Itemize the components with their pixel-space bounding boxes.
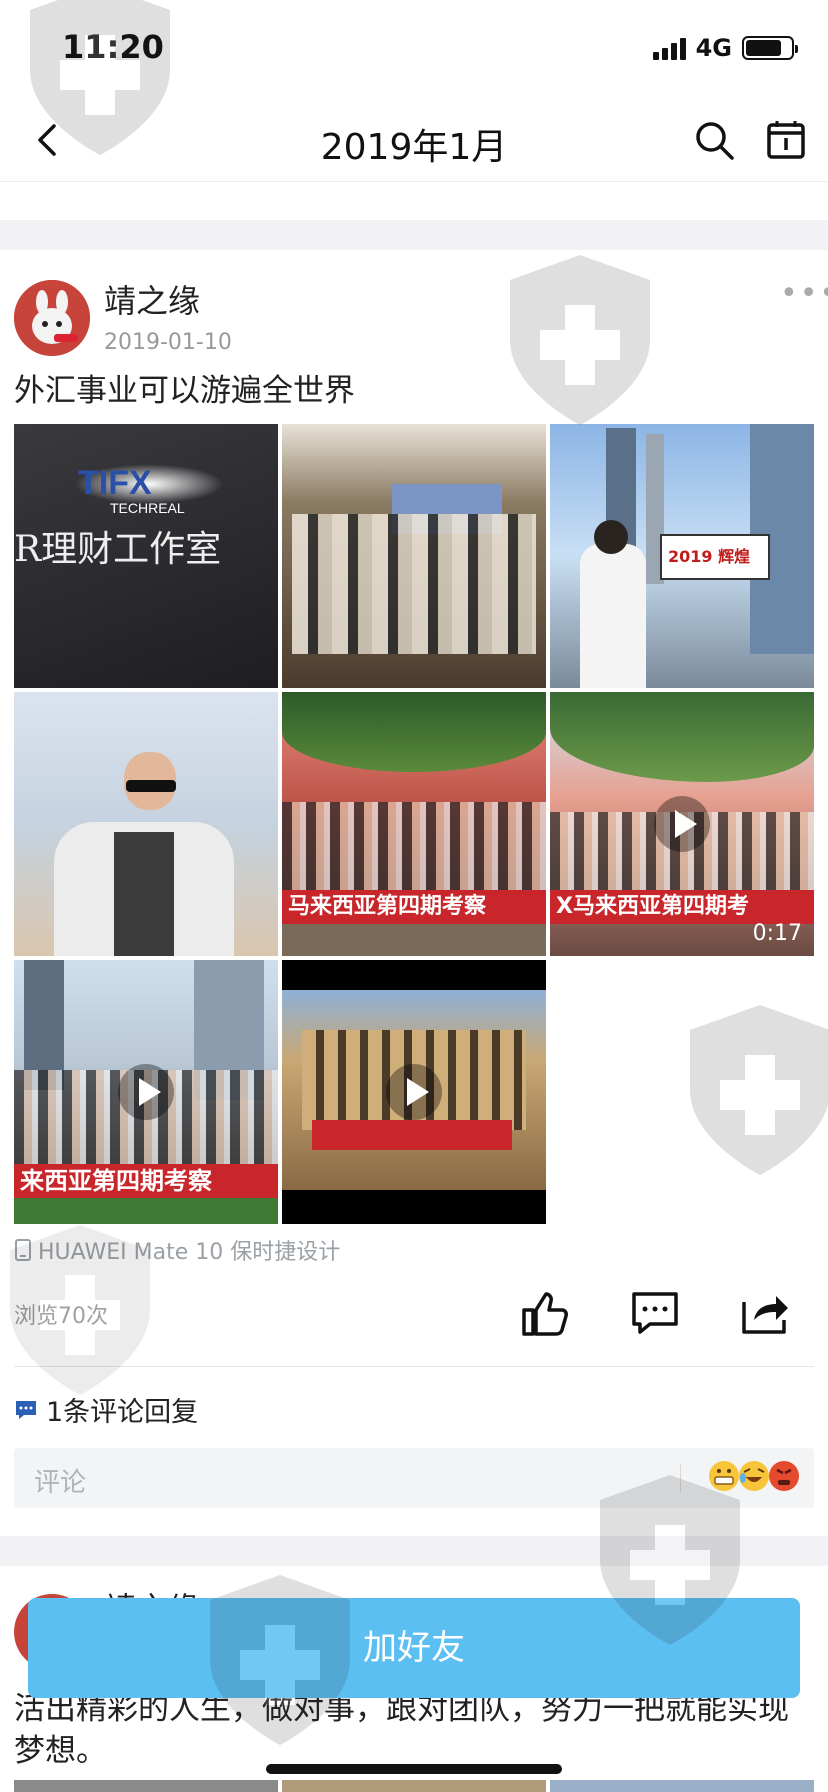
grid-video[interactable]: X马来西亚第四期考 0:17 xyxy=(550,692,814,956)
banner-text: 马来西亚第四期考察 xyxy=(282,890,546,924)
search-icon[interactable] xyxy=(692,118,736,162)
banner-text: 来西亚第四期考察 xyxy=(14,1164,278,1198)
laugh-cry-emoji-icon[interactable] xyxy=(738,1458,770,1494)
video-duration: 0:17 xyxy=(752,921,802,946)
section-divider xyxy=(0,1536,828,1566)
banner-text: X马来西亚第四期考 xyxy=(550,890,814,924)
comment-icon[interactable] xyxy=(630,1288,680,1338)
section-divider xyxy=(0,220,828,250)
avatar[interactable] xyxy=(14,280,90,356)
grin-emoji-icon[interactable] xyxy=(708,1458,740,1494)
grid-image[interactable]: 2019 辉煌 xyxy=(550,424,814,688)
grid-image[interactable] xyxy=(550,1780,814,1792)
comment-summary[interactable]: 1条评论回复 xyxy=(14,1390,198,1429)
angry-emoji-icon[interactable] xyxy=(768,1458,800,1494)
comment-count: 1条评论回复 xyxy=(46,1397,199,1428)
phone-icon xyxy=(15,1239,31,1261)
calendar-icon[interactable] xyxy=(764,118,808,162)
emoji-shortcuts[interactable] xyxy=(708,1458,800,1494)
view-count: 浏览70次 xyxy=(14,1304,108,1329)
network-type: 4G xyxy=(695,34,732,62)
add-friend-button[interactable]: 加好友 xyxy=(28,1598,800,1698)
status-indicators: 4G xyxy=(652,34,798,62)
navigation-bar: 2019年1月 xyxy=(0,100,828,182)
post-text: 活出精彩的人生，做对事，跟对团队，努力一把就能实现梦想。 xyxy=(14,1691,789,1769)
divider xyxy=(680,1464,681,1492)
comment-bubble-icon xyxy=(16,1400,36,1419)
device-info: HUAWEI Mate 10 保时捷设计 xyxy=(14,1234,340,1266)
grid-image[interactable] xyxy=(282,1780,546,1792)
play-icon[interactable] xyxy=(118,1064,174,1120)
post-text: 外汇事业可以游遍全世界 xyxy=(14,373,355,409)
play-icon[interactable] xyxy=(654,796,710,852)
comment-field[interactable]: 评论 xyxy=(14,1448,814,1508)
grid-image[interactable]: TIFX TECHREAL R理财工作室 xyxy=(14,424,278,688)
play-icon[interactable] xyxy=(386,1064,442,1120)
home-indicator xyxy=(266,1764,562,1774)
status-time: 11:20 xyxy=(62,28,164,66)
signal-icon xyxy=(652,36,686,60)
post-date: 2019-01-10 xyxy=(104,330,232,355)
grid-image[interactable] xyxy=(282,424,546,688)
battery-icon xyxy=(742,36,798,60)
grid-video[interactable] xyxy=(282,960,546,1224)
grid-image[interactable] xyxy=(14,1780,278,1792)
device-name: HUAWEI Mate 10 保时捷设计 xyxy=(38,1240,341,1265)
more-options-icon[interactable]: ••• xyxy=(780,276,828,311)
grid-image[interactable] xyxy=(14,692,278,956)
comment-input[interactable]: 评论 xyxy=(34,1462,86,1499)
grid-image[interactable]: 马来西亚第四期考察 xyxy=(282,692,546,956)
divider xyxy=(14,1366,814,1367)
status-bar: 11:20 4G xyxy=(0,0,828,100)
like-icon[interactable] xyxy=(520,1288,570,1338)
post-author[interactable]: 靖之缘 xyxy=(104,276,200,322)
post-card: 靖之缘 2019-01-10 ••• 外汇事业可以游遍全世界 TIFX TECH… xyxy=(0,250,828,1536)
share-icon[interactable] xyxy=(740,1288,790,1338)
grid-video[interactable]: 来西亚第四期考察 xyxy=(14,960,278,1224)
